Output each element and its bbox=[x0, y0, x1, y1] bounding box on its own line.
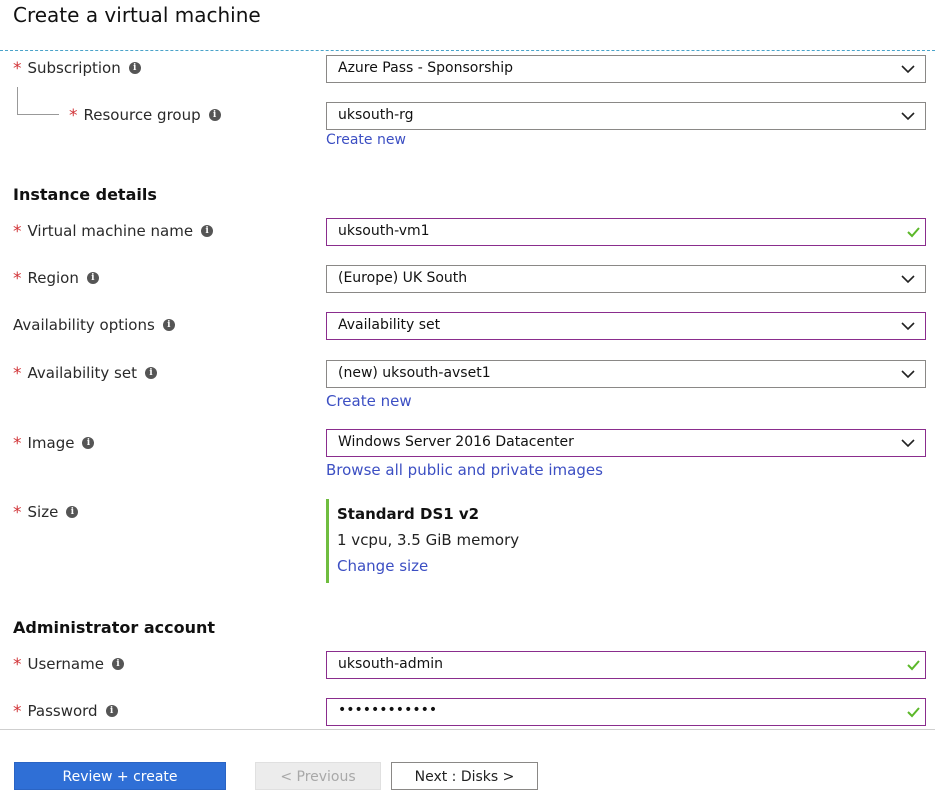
check-icon bbox=[907, 707, 920, 718]
image-dropdown[interactable]: Windows Server 2016 Datacenter bbox=[326, 429, 926, 457]
info-icon[interactable]: i bbox=[162, 319, 175, 331]
info-icon[interactable]: i bbox=[66, 506, 79, 518]
review-create-button[interactable]: Review + create bbox=[14, 762, 226, 790]
password-input[interactable]: •••••••••••• bbox=[326, 698, 926, 726]
info-icon[interactable]: i bbox=[201, 225, 214, 237]
required-marker: * bbox=[13, 702, 22, 722]
image-label: * Image i bbox=[13, 433, 95, 454]
subscription-label: * Subscription i bbox=[13, 58, 141, 79]
required-marker: * bbox=[13, 222, 22, 242]
info-icon[interactable]: i bbox=[105, 705, 118, 717]
chevron-down-icon bbox=[901, 439, 915, 448]
info-icon[interactable]: i bbox=[128, 62, 141, 74]
password-label-text: Password bbox=[27, 702, 98, 720]
required-marker: * bbox=[13, 59, 22, 79]
title-divider bbox=[0, 50, 935, 51]
chevron-down-icon bbox=[901, 322, 915, 331]
chevron-down-icon bbox=[901, 275, 915, 284]
image-value: Windows Server 2016 Datacenter bbox=[338, 434, 574, 450]
browse-images-link[interactable]: Browse all public and private images bbox=[326, 461, 603, 479]
next-disks-button[interactable]: Next : Disks > bbox=[391, 762, 538, 790]
size-label-text: Size bbox=[27, 503, 59, 521]
chevron-down-icon bbox=[901, 370, 915, 379]
availability-options-dropdown[interactable]: Availability set bbox=[326, 312, 926, 340]
info-icon[interactable]: i bbox=[82, 437, 95, 449]
size-name: Standard DS1 v2 bbox=[337, 505, 480, 523]
vm-name-label-text: Virtual machine name bbox=[27, 222, 194, 240]
page-title: Create a virtual machine bbox=[13, 3, 261, 27]
subscription-value: Azure Pass - Sponsorship bbox=[338, 60, 514, 76]
size-label: * Size i bbox=[13, 502, 79, 523]
vm-name-label: * Virtual machine name i bbox=[13, 221, 214, 242]
info-icon[interactable]: i bbox=[208, 109, 221, 121]
availability-set-label: * Availability set i bbox=[13, 363, 157, 384]
resource-group-label: * Resource group i bbox=[69, 105, 221, 126]
tree-connector-horizontal bbox=[17, 114, 59, 115]
required-marker: * bbox=[13, 269, 22, 289]
info-icon[interactable]: i bbox=[111, 658, 124, 670]
region-dropdown[interactable]: (Europe) UK South bbox=[326, 265, 926, 293]
info-icon[interactable]: i bbox=[86, 272, 99, 284]
username-label: * Username i bbox=[13, 654, 124, 675]
username-input[interactable]: uksouth-admin bbox=[326, 651, 926, 679]
create-new-resource-group-link[interactable]: Create new bbox=[326, 132, 406, 148]
check-icon bbox=[907, 227, 920, 238]
size-accent-bar bbox=[326, 499, 329, 583]
chevron-down-icon bbox=[901, 65, 915, 74]
administrator-account-heading: Administrator account bbox=[13, 618, 216, 637]
footer-divider bbox=[0, 729, 935, 730]
vm-name-value: uksouth-vm1 bbox=[338, 223, 430, 239]
availability-options-label-text: Availability options bbox=[13, 316, 155, 334]
availability-options-label: Availability options i bbox=[13, 316, 175, 334]
tree-connector-vertical bbox=[17, 87, 18, 114]
info-icon[interactable]: i bbox=[144, 367, 157, 379]
username-label-text: Username bbox=[27, 655, 104, 673]
chevron-down-icon bbox=[901, 112, 915, 121]
resource-group-dropdown[interactable]: uksouth-rg bbox=[326, 102, 926, 130]
vm-name-input[interactable]: uksouth-vm1 bbox=[326, 218, 926, 246]
instance-details-heading: Instance details bbox=[13, 185, 157, 204]
subscription-label-text: Subscription bbox=[27, 59, 121, 77]
check-icon bbox=[907, 660, 920, 671]
change-size-link[interactable]: Change size bbox=[337, 557, 428, 575]
password-value: •••••••••••• bbox=[338, 702, 438, 718]
image-label-text: Image bbox=[27, 434, 75, 452]
password-label: * Password i bbox=[13, 701, 118, 722]
size-description: 1 vcpu, 3.5 GiB memory bbox=[337, 531, 520, 549]
required-marker: * bbox=[13, 503, 22, 523]
availability-set-dropdown[interactable]: (new) uksouth-avset1 bbox=[326, 360, 926, 388]
subscription-dropdown[interactable]: Azure Pass - Sponsorship bbox=[326, 55, 926, 83]
create-new-availability-set-link[interactable]: Create new bbox=[326, 392, 412, 410]
required-marker: * bbox=[13, 364, 22, 384]
region-value: (Europe) UK South bbox=[338, 270, 468, 286]
username-value: uksouth-admin bbox=[338, 656, 443, 672]
availability-set-value: (new) uksouth-avset1 bbox=[338, 365, 491, 381]
required-marker: * bbox=[69, 106, 78, 126]
resource-group-label-text: Resource group bbox=[83, 106, 201, 124]
availability-options-value: Availability set bbox=[338, 317, 441, 333]
resource-group-value: uksouth-rg bbox=[338, 107, 414, 123]
region-label-text: Region bbox=[27, 269, 79, 287]
required-marker: * bbox=[13, 655, 22, 675]
previous-button[interactable]: < Previous bbox=[255, 762, 381, 790]
availability-set-label-text: Availability set bbox=[27, 364, 137, 382]
required-marker: * bbox=[13, 434, 22, 454]
region-label: * Region i bbox=[13, 268, 99, 289]
